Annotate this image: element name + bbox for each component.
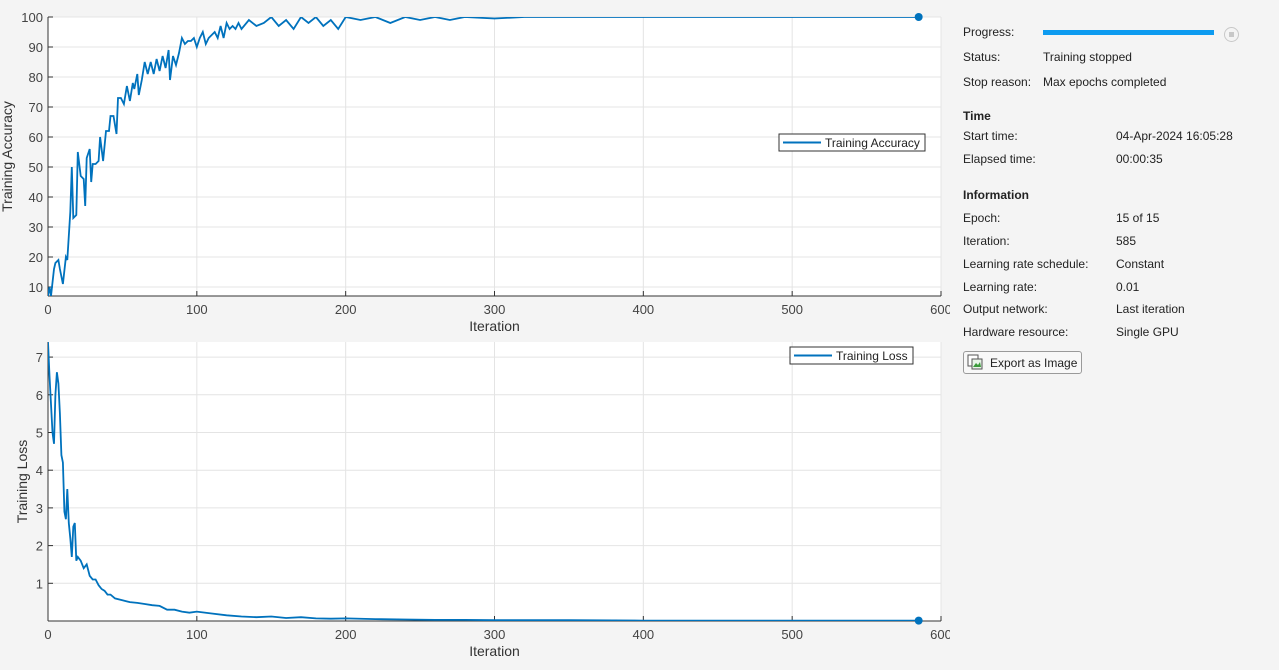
info-value: 0.01 — [1116, 280, 1140, 294]
x-axis-label: Iteration — [469, 643, 520, 659]
status-value: Training stopped — [1043, 50, 1132, 64]
x-tick-label: 400 — [632, 302, 654, 317]
info-label: Epoch: — [963, 211, 1001, 225]
y-tick-label: 20 — [29, 250, 43, 265]
export-as-image-button[interactable]: Export as Image — [963, 351, 1082, 374]
stop-reason-value: Max epochs completed — [1043, 75, 1167, 89]
x-tick-label: 400 — [632, 627, 654, 642]
progress-label: Progress: — [963, 25, 1015, 39]
legend-label: Training Accuracy — [825, 136, 920, 150]
y-tick-label: 5 — [36, 425, 43, 440]
x-tick-label: 100 — [186, 302, 208, 317]
y-axis-label: Training Loss — [14, 440, 30, 524]
x-tick-label: 200 — [335, 302, 357, 317]
y-tick-label: 4 — [36, 463, 43, 478]
x-tick-label: 200 — [335, 627, 357, 642]
stop-reason-label: Stop reason: — [963, 75, 1032, 89]
y-tick-label: 70 — [29, 100, 43, 115]
status-label: Status: — [963, 50, 1001, 64]
export-image-icon — [967, 354, 983, 370]
y-tick-label: 40 — [29, 190, 43, 205]
y-tick-label: 80 — [29, 70, 43, 85]
info-label: Iteration: — [963, 234, 1010, 248]
y-tick-label: 50 — [29, 160, 43, 175]
x-tick-label: 300 — [484, 627, 506, 642]
x-tick-label: 600 — [930, 627, 950, 642]
y-tick-label: 10 — [29, 280, 43, 295]
info-label: Hardware resource: — [963, 325, 1069, 339]
info-label: Learning rate schedule: — [963, 257, 1089, 271]
info-value: Last iteration — [1116, 302, 1185, 316]
start-time-value: 04-Apr-2024 16:05:28 — [1116, 129, 1233, 143]
information-heading: Information — [963, 188, 1029, 202]
info-label: Output network: — [963, 302, 1048, 316]
x-axis-label: Iteration — [469, 318, 520, 334]
final-point-marker — [914, 13, 923, 21]
info-label: Learning rate: — [963, 280, 1038, 294]
y-tick-label: 6 — [36, 388, 43, 403]
y-tick-label: 7 — [36, 350, 43, 365]
x-tick-label: 100 — [186, 627, 208, 642]
x-tick-label: 500 — [781, 302, 803, 317]
training-plots: 0 100 200 300 400 500 600102030405060708090100… — [0, 10, 950, 659]
legend: Training Accuracy — [778, 133, 926, 152]
info-value: Constant — [1116, 257, 1165, 271]
stop-training-button[interactable] — [1224, 27, 1239, 42]
chart-training-accuracy: 0 100 200 300 400 500 600 10 20 30 40 50 60 70 80 90 100… — [0, 10, 950, 334]
chart-training-loss: 0 100 200 300 400 500 600 1 2 3 4 5 6 7 Iteration Train… — [14, 342, 950, 659]
x-tick-label: 0 — [44, 627, 51, 642]
info-value: Single GPU — [1116, 325, 1179, 339]
export-label: Export as Image — [990, 356, 1078, 370]
start-time-label: Start time: — [963, 129, 1018, 143]
progress-bar — [1043, 30, 1214, 35]
x-tick-label: 600 — [930, 302, 950, 317]
info-value: 585 — [1116, 234, 1137, 248]
final-point-marker — [914, 616, 923, 625]
y-tick-label: 3 — [36, 501, 43, 516]
y-tick-label: 90 — [29, 40, 43, 55]
elapsed-time-value: 00:00:35 — [1116, 152, 1163, 166]
y-tick-label: 30 — [29, 220, 43, 235]
time-heading: Time — [963, 109, 991, 123]
info-value: 15 of 15 — [1116, 211, 1160, 225]
y-tick-label: 100 — [21, 10, 43, 25]
x-tick-label: 300 — [484, 302, 506, 317]
y-tick-label: 1 — [36, 576, 43, 591]
x-tick-label: 0 — [44, 302, 51, 317]
legend: Training Loss — [789, 346, 914, 365]
elapsed-time-label: Elapsed time: — [963, 152, 1036, 166]
y-tick-label: 2 — [36, 539, 43, 554]
y-axis-label: Training Accuracy — [0, 101, 15, 212]
x-tick-label: 500 — [781, 627, 803, 642]
y-tick-label: 60 — [29, 130, 43, 145]
legend-label: Training Loss — [836, 349, 908, 363]
